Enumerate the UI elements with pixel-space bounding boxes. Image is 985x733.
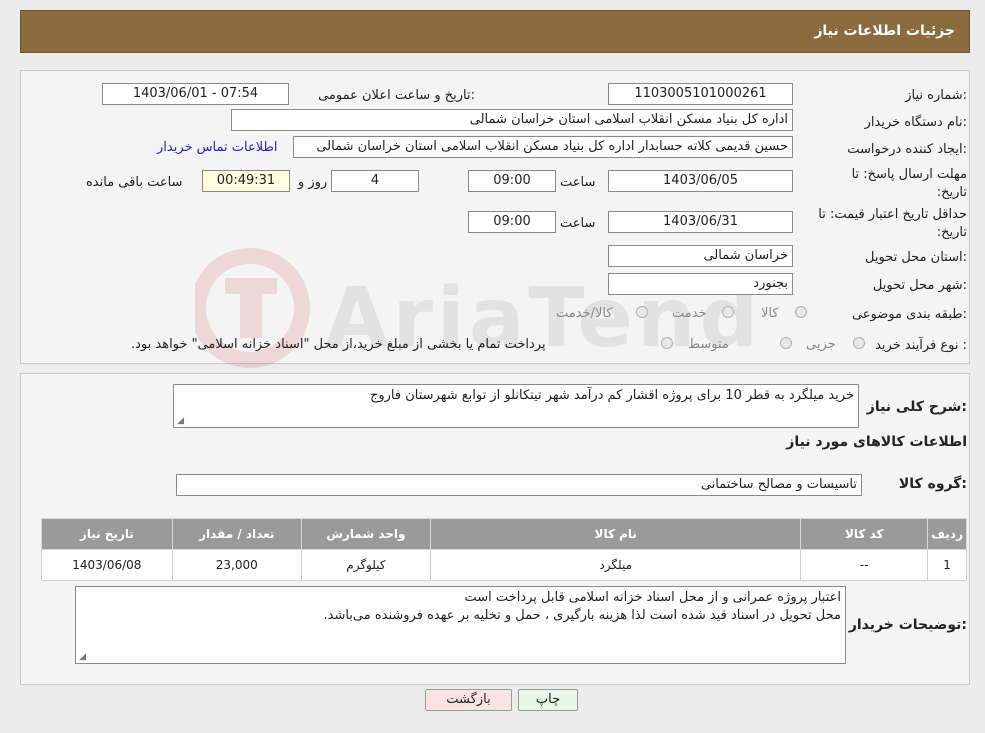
city-field: بجنورد: [608, 273, 793, 295]
col-quantity: تعداد / مقدار: [171, 518, 302, 550]
cell-need-date: 1403/06/08: [41, 549, 173, 581]
category-goods-service-label: کالا/خدمت: [556, 306, 613, 321]
table-header-row: ردیف کد کالا نام کالا واحد شمارش تعداد /…: [41, 518, 967, 550]
col-goods-code: کد کالا: [800, 518, 929, 550]
need-number-label: شماره نیاز:: [905, 88, 967, 103]
category-label: طبقه بندی موضوعی:: [851, 307, 967, 322]
page-title: جزئیات اطلاعات نیاز: [814, 23, 955, 39]
goods-table: ردیف کد کالا نام کالا واحد شمارش تعداد /…: [41, 518, 967, 581]
validity-label: حداقل تاریخ اعتبار قیمت: تا تاریخ:: [818, 207, 967, 240]
buyer-notes-line-1: اعتبار پروژه عمرانی و از محل اسناد خزانه…: [464, 590, 842, 605]
summary-label: شرح کلی نیاز:: [866, 399, 967, 415]
buyer-org-label: نام دستگاه خریدار:: [864, 115, 967, 130]
remaining-time-field: 00:49:31: [202, 170, 290, 192]
cell-unit: کیلوگرم: [300, 549, 432, 581]
col-goods-name: نام کالا: [430, 518, 802, 550]
back-button[interactable]: بازگشت: [425, 689, 512, 711]
table-row: 1 -- میلگرد کیلوگرم 23,000 1403/06/08: [41, 549, 967, 581]
col-unit: واحد شمارش: [300, 518, 432, 550]
days-field: 4: [331, 170, 419, 192]
cell-goods-code: --: [800, 549, 929, 581]
deadline-label: مهلت ارسال پاسخ: تا تاریخ:: [851, 167, 967, 200]
deadline-date-field: 1403/06/05: [608, 170, 793, 192]
validity-time-field: 09:00: [468, 211, 556, 233]
process-minor-label: جزیی: [806, 337, 836, 352]
category-goods-service-radio[interactable]: [636, 306, 648, 318]
buyer-notes-line-2: محل تحویل در اسناد قید شده است لذا هزینه…: [323, 608, 842, 623]
col-need-date: تاریخ نیاز: [41, 518, 173, 550]
creator-label: ایجاد کننده درخواست:: [847, 142, 967, 157]
category-service-radio[interactable]: [722, 306, 734, 318]
process-label: نوع فرآیند خرید :: [875, 338, 967, 353]
summary-textarea[interactable]: خرید میلگرد به قطر 10 برای پروژه اقشار ک…: [173, 384, 859, 428]
need-number-field: 1103005101000261: [608, 83, 793, 105]
process-minor-radio[interactable]: [853, 337, 865, 349]
deadline-time-field: 09:00: [468, 170, 556, 192]
category-goods-label: کالا: [761, 306, 779, 321]
buyer-notes-textarea[interactable]: اعتبار پروژه عمرانی و از محل اسناد خزانه…: [75, 586, 846, 664]
cell-goods-name: میلگرد: [430, 549, 802, 581]
process-medium-radio[interactable]: [780, 337, 792, 349]
goods-group-label: گروه کالا:: [898, 476, 967, 492]
cell-quantity: 23,000: [171, 549, 302, 581]
validity-date-field: 1403/06/31: [608, 211, 793, 233]
process-medium-label: متوسط: [688, 337, 729, 352]
buyer-org-field: اداره کل بنیاد مسکن انقلاب اسلامی استان …: [231, 109, 793, 131]
creator-field: حسین قدیمی کلاته حسابدار اداره کل بنیاد …: [293, 136, 793, 158]
announce-datetime-field: 1403/06/01 - 07:54: [102, 83, 289, 105]
summary-text: خرید میلگرد به قطر 10 برای پروژه اقشار ک…: [369, 388, 854, 403]
resize-grip-icon[interactable]: ◢: [176, 417, 184, 426]
print-button[interactable]: چاپ: [518, 689, 578, 711]
announce-datetime-label: تاریخ و ساعت اعلان عمومی:: [318, 88, 475, 103]
province-field: خراسان شمالی: [608, 245, 793, 267]
buyer-notes-label: توضیحات خریدار:: [848, 617, 967, 633]
category-service-label: خدمت: [672, 306, 707, 321]
category-goods-radio[interactable]: [795, 306, 807, 318]
goods-group-field: تاسیسات و مصالح ساختمانی: [176, 474, 862, 496]
goods-info-title: اطلاعات کالاهای مورد نیاز: [786, 434, 967, 450]
days-label: روز و: [298, 175, 328, 190]
col-row-number: ردیف: [927, 518, 967, 550]
page-header: جزئیات اطلاعات نیاز: [20, 10, 970, 53]
cell-row-number: 1: [927, 549, 967, 581]
resize-grip-icon[interactable]: ◢: [78, 653, 86, 662]
city-label: شهر محل تحویل:: [872, 278, 967, 293]
buyer-contact-link[interactable]: اطلاعات تماس خریدار: [157, 140, 277, 155]
province-label: استان محل تحویل:: [865, 250, 967, 265]
deadline-time-label: ساعت: [560, 175, 596, 190]
validity-time-label: ساعت: [560, 216, 596, 231]
process-note: پرداخت تمام یا بخشی از مبلغ خرید،از محل …: [131, 337, 546, 352]
process-treasury-checkbox[interactable]: [661, 337, 673, 349]
remaining-time-label: ساعت باقی مانده: [86, 175, 183, 190]
